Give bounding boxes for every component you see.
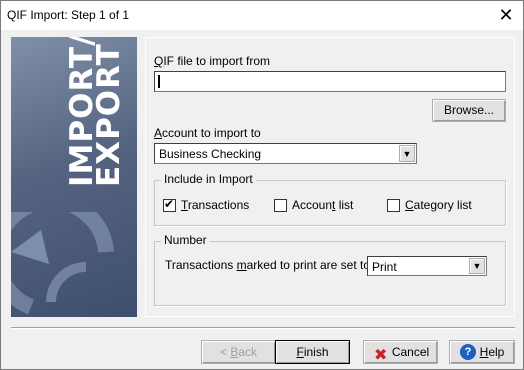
accel-m: m [236, 258, 247, 272]
print-status-value: Print [372, 260, 397, 274]
account-select[interactable]: Business Checking ▼ [154, 143, 417, 164]
qif-file-label: QIF file to import from [154, 54, 270, 68]
qif-import-dialog: QIF Import: Step 1 of 1 ✕ IMPORT/ EXPORT… [0, 0, 524, 370]
category-list-checkbox[interactable] [387, 199, 400, 212]
qif-file-label-text: IF file to import from [163, 54, 271, 68]
x-icon: ✖ [374, 347, 388, 364]
transactions-label: Transactions [181, 198, 249, 212]
import-export-banner: IMPORT/ EXPORT [11, 37, 137, 317]
footer-divider [11, 327, 515, 329]
chevron-down-icon[interactable]: ▼ [469, 258, 485, 274]
browse-label: Browse... [443, 103, 494, 117]
accel-a: A [154, 126, 163, 140]
back-button[interactable]: < Back [201, 340, 276, 364]
banner-line-2: EXPORT [91, 43, 127, 187]
accel-c: C [405, 198, 414, 212]
close-icon[interactable]: ✕ [489, 1, 523, 30]
account-label: Account to import to [154, 126, 261, 140]
accel-t: T [181, 198, 188, 212]
account-select-value: Business Checking [159, 147, 262, 161]
circular-arrow-icon [11, 212, 114, 315]
account-list-rest: list [335, 198, 354, 212]
help-button[interactable]: ? Help [449, 340, 515, 364]
print-label-pre: Transactions [165, 258, 237, 272]
transactions-checkbox[interactable]: ✔ [163, 197, 176, 212]
accel-f: F [296, 345, 304, 359]
print-status-label: Transactions marked to print are set to [165, 258, 370, 272]
category-list-rest: ategory list [413, 198, 472, 212]
help-icon: ? [460, 344, 476, 360]
account-list-checkbox[interactable] [274, 199, 287, 212]
window-title: QIF Import: Step 1 of 1 [7, 8, 130, 22]
accel-q: Q [154, 54, 164, 68]
include-legend: Include in Import [161, 172, 256, 186]
account-label-text: ccount to import to [162, 126, 261, 140]
cancel-button[interactable]: ✖ Cancel [363, 340, 438, 364]
qif-file-input[interactable] [154, 71, 506, 92]
print-label-rest: arked to print are set to [246, 258, 370, 272]
banner-text: IMPORT/ EXPORT [64, 37, 127, 187]
help-rest: elp [488, 345, 505, 359]
back-pre: < [219, 345, 231, 359]
number-legend: Number [161, 233, 210, 247]
text-caret [158, 75, 160, 88]
finish-rest: inish [303, 345, 329, 359]
check-icon: ✔ [164, 197, 175, 211]
title-bar: QIF Import: Step 1 of 1 ✕ [1, 1, 523, 30]
finish-button[interactable]: Finish [275, 340, 350, 364]
print-status-select[interactable]: Print ▼ [367, 256, 487, 276]
browse-button[interactable]: Browse... [432, 99, 506, 122]
category-list-label: Category list [405, 198, 472, 212]
account-list-label: Account list [292, 198, 353, 212]
transactions-label-text: ransactions [187, 198, 250, 212]
back-rest: ack [238, 345, 258, 359]
account-list-pre: Accoun [292, 198, 333, 212]
chevron-down-icon[interactable]: ▼ [399, 145, 415, 162]
